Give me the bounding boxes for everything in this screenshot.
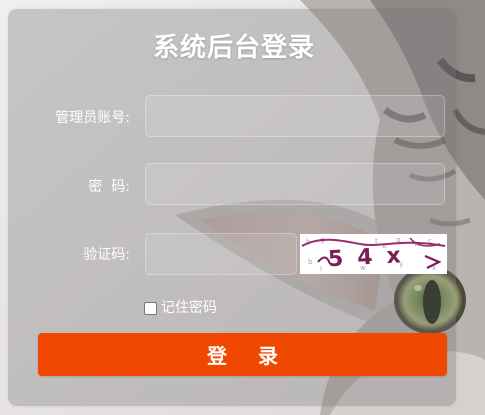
captcha-input[interactable]: [145, 233, 297, 275]
login-button[interactable]: 登 录: [38, 333, 447, 376]
captcha-image-text: 54x: [327, 243, 415, 273]
svg-text:i: i: [320, 265, 322, 273]
remember-password-label: 记住密码: [161, 300, 217, 316]
page-title: 系统后台登录: [152, 33, 315, 63]
remember-password-toggle[interactable]: 记住密码: [144, 299, 217, 317]
password-label: 密 码:: [88, 179, 130, 195]
remember-password-checkbox[interactable]: [144, 301, 157, 315]
username-label: 管理员账号:: [55, 110, 130, 126]
captcha-image[interactable]: bgt 6g w cbi wfx 54x: [300, 234, 447, 274]
svg-text:b: b: [308, 258, 313, 266]
captcha-label: 验证码:: [83, 247, 130, 263]
username-input[interactable]: [145, 95, 445, 137]
password-input[interactable]: [145, 163, 445, 205]
